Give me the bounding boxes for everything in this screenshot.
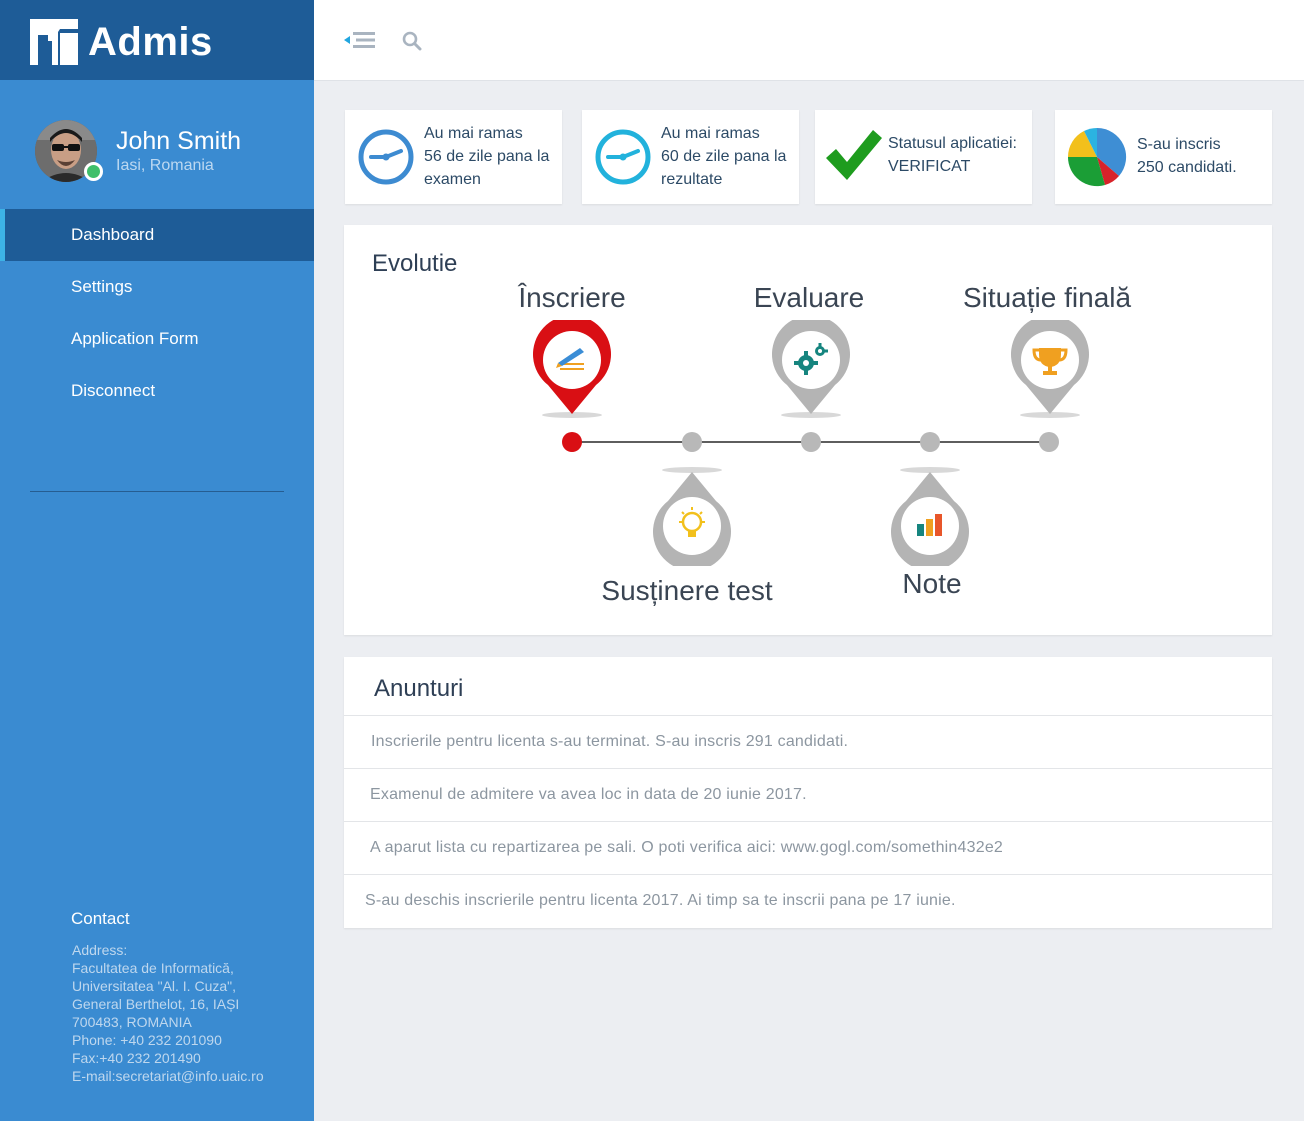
- stage-pin-evaluare[interactable]: [771, 320, 851, 420]
- stage-pin-note[interactable]: [890, 466, 970, 566]
- contact-line: Phone: +40 232 201090: [72, 1032, 222, 1048]
- stage-pin-inscriere[interactable]: [532, 320, 612, 420]
- timeline-dot-inscriere[interactable]: [562, 432, 582, 452]
- stat-card-results-countdown: Au mai ramas 60 de zile pana la rezultat…: [582, 110, 799, 204]
- timeline-dot-note[interactable]: [920, 432, 940, 452]
- menu-collapse-icon[interactable]: [344, 29, 378, 51]
- panel-title: Anunturi: [374, 675, 464, 702]
- sidebar: Admis John Smith Iasi, Romania Dashboard…: [0, 0, 314, 1121]
- timeline-dot-sustinere-test[interactable]: [682, 432, 702, 452]
- contact-line: 700483, ROMANIA: [72, 1014, 192, 1030]
- stat-text: S-au inscris 250 candidati.: [1137, 133, 1237, 179]
- stat-line: Au mai ramas: [661, 125, 760, 142]
- sidebar-item-disconnect[interactable]: Disconnect: [0, 365, 314, 417]
- admis-logo-icon: [30, 19, 78, 65]
- panel-title: Evolutie: [372, 250, 458, 277]
- contact-email[interactable]: E-mail:secretariat@info.uaic.ro: [72, 1067, 264, 1085]
- stage-pin-situatie-finala[interactable]: [1010, 320, 1090, 420]
- stage-label-evaluare: Evaluare: [753, 282, 865, 313]
- stat-line: VERIFICAT: [888, 158, 971, 175]
- brand-name: Admis: [88, 20, 213, 64]
- contact-line: Facultatea de Informatică,: [72, 960, 234, 976]
- user-profile: John Smith Iasi, Romania: [0, 80, 314, 208]
- stage-label-note: Note: [902, 568, 962, 599]
- online-status-indicator: [84, 162, 103, 181]
- stage-label-inscriere: Înscriere: [518, 282, 626, 313]
- stat-text: Statusul aplicatiei: VERIFICAT: [888, 132, 1017, 178]
- checkmark-icon: [826, 130, 882, 180]
- anunturi-panel: Anunturi Inscrierile pentru licenta s-au…: [344, 657, 1272, 928]
- sidebar-item-settings[interactable]: Settings: [0, 261, 314, 313]
- clock-icon: [358, 129, 414, 185]
- contact-line: Fax:+40 232 201490: [72, 1050, 201, 1066]
- stat-line: Statusul aplicatiei:: [888, 135, 1017, 152]
- stat-line: 60 de zile pana la: [661, 148, 787, 165]
- stat-card-exam-countdown: Au mai ramas 56 de zile pana la examen: [345, 110, 562, 204]
- topbar: [314, 0, 1304, 81]
- stage-label-situatie-finala: Situație finală: [962, 282, 1132, 313]
- sidebar-divider: [30, 491, 284, 492]
- sidebar-nav: Dashboard Settings Application Form Disc…: [0, 209, 314, 417]
- announcement-item[interactable]: S-au deschis inscrierile pentru licenta …: [344, 874, 1272, 927]
- stat-line: 56 de zile pana la: [424, 148, 550, 165]
- contact-info: Address: Facultatea de Informatică, Univ…: [72, 941, 264, 1085]
- timeline-dot-evaluare[interactable]: [801, 432, 821, 452]
- profile-name: John Smith: [116, 127, 242, 155]
- stat-card-application-status: Statusul aplicatiei: VERIFICAT: [815, 110, 1032, 204]
- profile-location: Iasi, Romania: [116, 157, 214, 174]
- stat-line: S-au inscris: [1137, 136, 1221, 153]
- brand-header: Admis: [0, 0, 314, 80]
- announcement-item[interactable]: Examenul de admitere va avea loc in data…: [344, 768, 1272, 821]
- stat-text: Au mai ramas 60 de zile pana la rezultat…: [661, 122, 786, 191]
- search-icon[interactable]: [402, 31, 422, 51]
- stat-line: rezultate: [661, 171, 723, 188]
- stat-text: Au mai ramas 56 de zile pana la examen: [424, 122, 549, 191]
- contact-line: General Berthelot, 16, IAȘI: [72, 996, 240, 1012]
- stat-line: examen: [424, 171, 481, 188]
- stat-line: 250 candidati.: [1137, 159, 1237, 176]
- stage-pin-sustinere-test[interactable]: [652, 466, 732, 566]
- contact-line: Address:: [72, 942, 128, 958]
- announcement-item[interactable]: Inscrierile pentru licenta s-au terminat…: [344, 715, 1272, 768]
- timeline-dot-situatie-finala[interactable]: [1039, 432, 1059, 452]
- stat-line: Au mai ramas: [424, 125, 523, 142]
- sidebar-item-application-form[interactable]: Application Form: [0, 313, 314, 365]
- pie-chart-icon: [1067, 127, 1127, 187]
- sidebar-item-dashboard[interactable]: Dashboard: [0, 209, 314, 261]
- stat-card-candidates: S-au inscris 250 candidati.: [1055, 110, 1272, 204]
- clock-icon: [595, 129, 651, 185]
- stage-label-sustinere-test: Susținere test: [601, 575, 773, 606]
- contact-title: Contact: [71, 909, 130, 928]
- announcement-item[interactable]: A aparut lista cu repartizarea pe sali. …: [344, 821, 1272, 874]
- contact-line: Universitatea "Al. I. Cuza",: [72, 978, 237, 994]
